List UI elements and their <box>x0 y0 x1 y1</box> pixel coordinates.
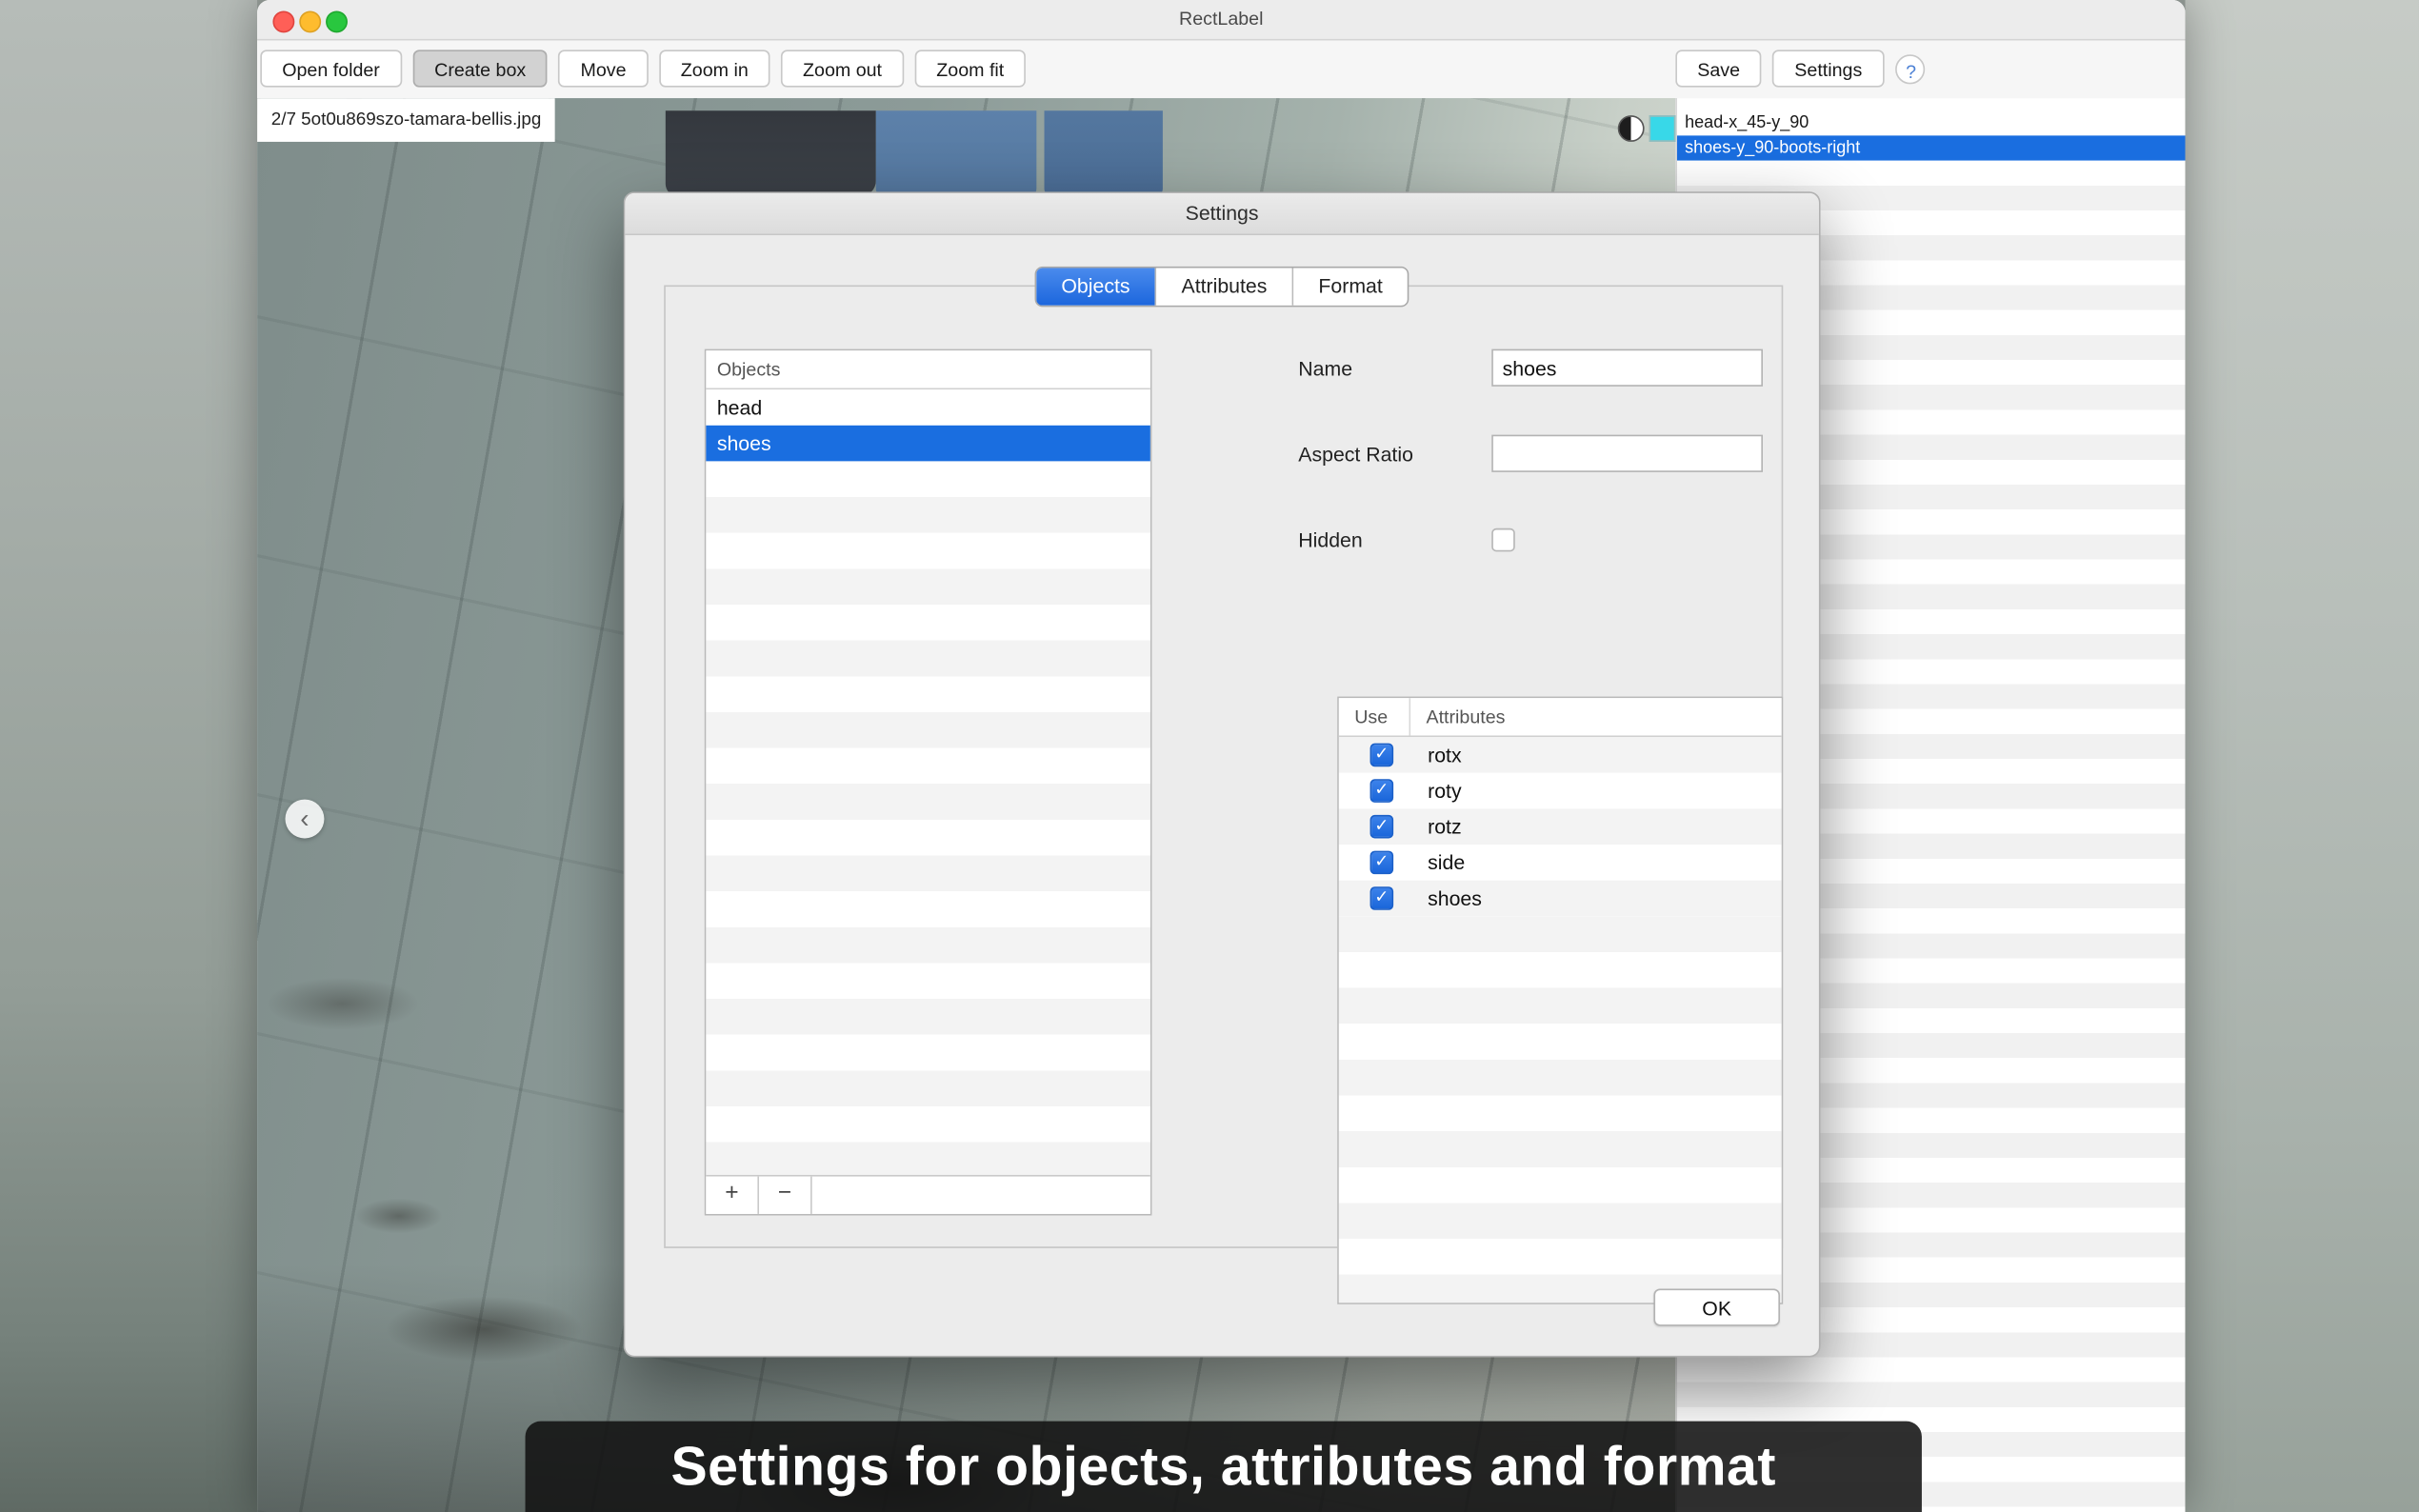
zoom-fit-button[interactable]: Zoom fit <box>914 50 1026 87</box>
remove-object-button[interactable]: − <box>759 1177 812 1214</box>
use-checkbox[interactable]: ✓ <box>1370 815 1394 839</box>
help-button[interactable]: ? <box>1895 53 1925 83</box>
dialog-title: Settings <box>625 193 1819 234</box>
attribute-row: ✓ rotx <box>1339 737 1782 773</box>
use-column-header: Use <box>1339 698 1410 735</box>
window-title: RectLabel <box>257 0 2185 39</box>
objects-list-footer: + − <box>706 1175 1150 1214</box>
tab-objects[interactable]: Objects <box>1036 268 1156 305</box>
attribute-row: ✓ side <box>1339 845 1782 881</box>
video-caption: Settings for objects, attributes and for… <box>526 1422 1922 1512</box>
attributes-column-header: Attributes <box>1410 698 1505 735</box>
app-window: RectLabel Open folder Create box Move Zo… <box>257 0 2185 1512</box>
create-box-button[interactable]: Create box <box>412 50 548 87</box>
settings-button[interactable]: Settings <box>1772 50 1884 87</box>
attributes-empty-rows <box>1339 916 1782 1303</box>
move-button[interactable]: Move <box>559 50 649 87</box>
check-icon: ✓ <box>1374 746 1389 764</box>
hidden-label: Hidden <box>1298 521 1362 560</box>
toolbar-left-group: Open folder Create box Move Zoom in Zoom… <box>260 50 1026 87</box>
annotation-list-item-selected[interactable]: shoes-y_90-boots-right <box>1677 135 2186 160</box>
use-checkbox[interactable]: ✓ <box>1370 886 1394 910</box>
settings-tab-bar: Objects Attributes Format <box>1035 267 1409 308</box>
tab-content-box: Objects head shoes + − Name Aspect Rati <box>664 285 1783 1247</box>
name-input[interactable] <box>1491 349 1763 387</box>
attribute-name: shoes <box>1428 886 1482 910</box>
attribute-name: side <box>1428 851 1465 875</box>
attribute-row: ✓ rotz <box>1339 808 1782 845</box>
object-name: shoes <box>717 431 771 455</box>
label-color-swatch <box>1649 115 1676 142</box>
previous-image-button[interactable]: ‹ <box>285 800 324 839</box>
annotation-label: shoes-y_90-boots-right <box>1685 139 1860 158</box>
plus-icon: + <box>725 1180 738 1206</box>
attribute-name: rotz <box>1428 815 1461 839</box>
aspect-ratio-label: Aspect Ratio <box>1298 435 1413 474</box>
use-checkbox[interactable]: ✓ <box>1370 744 1394 767</box>
object-name: head <box>717 396 762 420</box>
attribute-row: ✓ roty <box>1339 773 1782 809</box>
hidden-checkbox[interactable] <box>1491 528 1515 552</box>
photo-person-jacket <box>666 110 876 196</box>
tab-format[interactable]: Format <box>1293 268 1408 305</box>
objects-list: Objects head shoes + − <box>705 349 1152 1216</box>
ok-button[interactable]: OK <box>1653 1288 1780 1325</box>
photo-person-jeans-2 <box>1045 110 1163 198</box>
use-checkbox[interactable]: ✓ <box>1370 779 1394 803</box>
annotations-rows: head-x_45-y_90 shoes-y_90-boots-right <box>1677 110 2186 160</box>
annotation-list-item[interactable]: head-x_45-y_90 <box>1677 110 2186 135</box>
blurred-background-right <box>2185 0 2418 1512</box>
check-icon: ✓ <box>1374 889 1389 906</box>
object-list-item-selected[interactable]: shoes <box>706 426 1150 462</box>
dialog-titlebar[interactable]: Settings <box>625 193 1819 235</box>
zoom-out-button[interactable]: Zoom out <box>781 50 904 87</box>
aspect-ratio-input[interactable] <box>1491 435 1763 472</box>
check-icon: ✓ <box>1374 818 1389 835</box>
object-list-item[interactable]: head <box>706 389 1150 426</box>
toolbar-right-group: Save Settings ? <box>1675 50 1924 87</box>
screenshot-frame: RectLabel Open folder Create box Move Zo… <box>0 0 2419 1512</box>
contrast-icon[interactable] <box>1618 115 1645 142</box>
window-titlebar: RectLabel <box>257 0 2185 41</box>
save-button[interactable]: Save <box>1675 50 1762 87</box>
name-label: Name <box>1298 349 1352 388</box>
toolbar: Open folder Create box Move Zoom in Zoom… <box>257 41 2185 100</box>
check-icon: ✓ <box>1374 854 1389 871</box>
stage: RectLabel Open folder Create box Move Zo… <box>0 0 2419 1512</box>
zoom-in-button[interactable]: Zoom in <box>659 50 770 87</box>
check-icon: ✓ <box>1374 783 1389 800</box>
annotation-label: head-x_45-y_90 <box>1685 113 1809 132</box>
add-object-button[interactable]: + <box>706 1177 759 1214</box>
attributes-table: Use Attributes ✓ rotx ✓ roty ✓ rotz <box>1337 697 1783 1304</box>
photo-person-jeans <box>876 110 1037 198</box>
settings-dialog: Settings Objects Attributes Format Objec… <box>624 191 1821 1357</box>
attributes-table-header: Use Attributes <box>1339 698 1782 737</box>
help-icon: ? <box>1906 60 1916 82</box>
chevron-left-icon: ‹ <box>300 806 309 832</box>
filename-label: 2/7 5ot0u869szo-tamara-bellis.jpg <box>257 98 555 142</box>
objects-list-header: Objects <box>706 350 1150 389</box>
attribute-row: ✓ shoes <box>1339 881 1782 917</box>
attribute-name: roty <box>1428 779 1461 803</box>
use-checkbox[interactable]: ✓ <box>1370 851 1394 875</box>
attribute-name: rotx <box>1428 744 1461 767</box>
blurred-background-left <box>0 0 257 1512</box>
tab-attributes[interactable]: Attributes <box>1156 268 1293 305</box>
minus-icon: − <box>778 1180 791 1206</box>
objects-empty-rows <box>706 461 1150 1175</box>
open-folder-button[interactable]: Open folder <box>260 50 401 87</box>
caption-text: Settings for objects, attributes and for… <box>670 1436 1775 1498</box>
